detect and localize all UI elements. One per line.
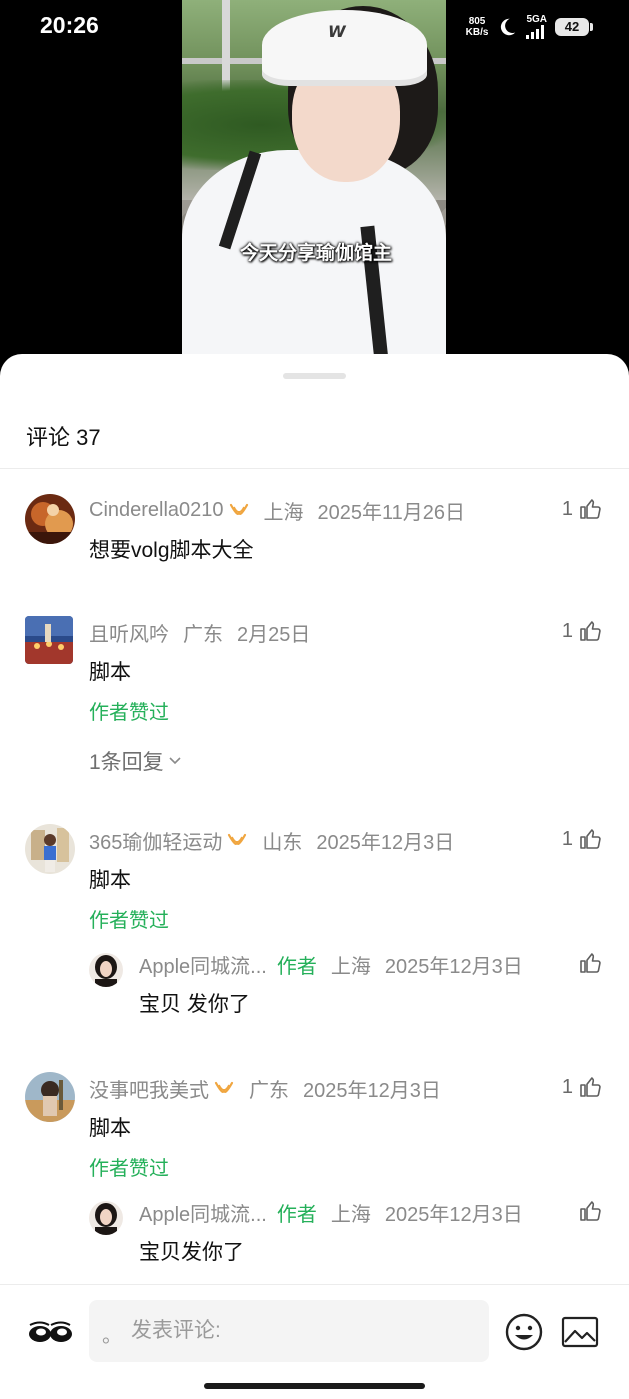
avatar[interactable]: [25, 494, 75, 544]
reply-avatar[interactable]: [89, 953, 123, 987]
comment-location: 广东: [249, 1080, 289, 1102]
reply-username[interactable]: Apple同城流...: [139, 950, 267, 979]
author-tag: 作者: [276, 1204, 317, 1226]
comment-item: 且听风吟 广东 2月25日 1 脚本 作者赞过 1条回复: [0, 614, 629, 794]
comment-meta: 365瑜伽轻运动 山东 2025年12月3日: [89, 826, 454, 855]
reply-location: 上海: [330, 1204, 371, 1226]
like-count: 1: [561, 827, 573, 850]
divider: [0, 468, 629, 469]
comment-location: 上海: [263, 502, 304, 524]
avatar[interactable]: [25, 824, 75, 874]
drag-handle[interactable]: [283, 373, 346, 379]
comment-date: 2025年12月3日: [316, 832, 455, 854]
battery-icon: 42: [555, 18, 593, 36]
like-button[interactable]: [579, 951, 603, 975]
author-liked-tag: 作者赞过: [89, 1158, 169, 1180]
moon-icon: [501, 18, 516, 36]
signal-icon: 5GA: [526, 15, 547, 39]
like-count: 1: [561, 1075, 573, 1098]
author-liked-tag: 作者赞过: [89, 702, 169, 724]
like-button[interactable]: 1: [562, 1075, 603, 1099]
video-caption: 今天分享瑜伽馆主: [239, 242, 392, 264]
comments-title: 评论 37: [26, 425, 101, 450]
image-icon[interactable]: [561, 1315, 599, 1349]
status-indicators: 805 KB/s 5GA 42: [465, 12, 593, 42]
like-button[interactable]: 1: [562, 497, 603, 521]
comment-meta: 没事吧我美式 广东 2025年12月3日: [89, 1074, 441, 1103]
status-time: 20:26: [40, 12, 99, 38]
reply-date: 2025年12月3日: [384, 1204, 523, 1226]
chevron-down-icon: [169, 757, 181, 765]
like-button[interactable]: 1: [562, 619, 603, 643]
emoji-icon[interactable]: [504, 1312, 544, 1352]
reply-username[interactable]: Apple同城流...: [139, 1198, 267, 1227]
like-button[interactable]: [579, 1199, 603, 1223]
input-prefix-dot: 。: [102, 1325, 122, 1347]
comment-date: 2025年12月3日: [303, 1080, 441, 1102]
comment-text: 脚本: [89, 661, 131, 684]
avatar[interactable]: [25, 1072, 75, 1122]
home-indicator[interactable]: [204, 1383, 425, 1389]
comment-meta: 且听风吟 广东 2月25日: [89, 618, 310, 647]
comment-location: 山东: [262, 832, 303, 854]
comment-text: 脚本: [89, 1117, 131, 1140]
network-speed: 805 KB/s: [465, 16, 489, 38]
comment-item: 没事吧我美式 广东 2025年12月3日 1 脚本 作者赞过 Apple同城流.…: [0, 1070, 629, 1290]
reply-location: 上海: [330, 956, 371, 978]
comment-username[interactable]: Cinderella0210: [89, 499, 224, 522]
video-person: W: [182, 0, 446, 372]
comment-text: 想要volg脚本大全: [89, 539, 254, 562]
comment-date: 2月25日: [237, 624, 311, 646]
comment-item: 365瑜伽轻运动 山东 2025年12月3日 1 脚本 作者赞过 Apple同城…: [0, 822, 629, 1042]
video-player[interactable]: W 今天分享瑜伽馆主: [0, 0, 629, 372]
author-tag: 作者: [276, 956, 317, 978]
reply-meta: Apple同城流... 作者 上海 2025年12月3日: [139, 950, 523, 979]
comment-date: 2025年11月26日: [317, 502, 466, 524]
comment-meta: Cinderella0210 上海 2025年11月26日: [89, 496, 465, 525]
comment-username[interactable]: 且听风吟: [89, 618, 169, 647]
thumbs-up-icon: [580, 1201, 601, 1221]
reply-date: 2025年12月3日: [384, 956, 523, 978]
comment-item: Cinderella0210 上海 2025年11月26日 1 想要volg脚本…: [0, 492, 629, 592]
gold-badge-icon: [229, 503, 248, 515]
thumbs-up-icon: [580, 829, 601, 849]
replies-count: 1条回复: [89, 751, 164, 774]
author-liked-tag: 作者赞过: [89, 910, 169, 932]
comment-username[interactable]: 没事吧我美式: [89, 1074, 209, 1103]
status-bar: 20:26 805 KB/s 5GA 42: [0, 0, 629, 54]
reply-text: 宝贝发你了: [139, 1241, 244, 1264]
reply-text: 宝贝 发你了: [139, 993, 250, 1016]
thumbs-up-icon: [580, 1077, 601, 1097]
comment-input-bar: 。: [0, 1284, 629, 1399]
avatar[interactable]: [25, 616, 73, 664]
thumbs-up-icon: [580, 499, 601, 519]
reply-avatar[interactable]: [89, 1201, 123, 1235]
thumbs-up-icon: [580, 953, 601, 973]
comments-sheet: 评论 37 Cinderella0210 上海 2025年11月26日 1 想要…: [0, 354, 629, 1399]
comment-location: 广东: [183, 624, 223, 646]
thumbs-up-icon: [580, 621, 601, 641]
like-count: 1: [561, 619, 573, 642]
gold-badge-icon: [228, 833, 247, 845]
comment-text: 脚本: [89, 869, 131, 892]
mascot-eyes-icon[interactable]: [26, 1308, 74, 1356]
like-count: 1: [561, 497, 573, 520]
like-button[interactable]: 1: [562, 827, 603, 851]
view-replies-link[interactable]: 1条回复: [89, 746, 182, 776]
comment-username[interactable]: 365瑜伽轻运动: [89, 826, 222, 855]
video-frame[interactable]: W 今天分享瑜伽馆主: [182, 0, 446, 372]
reply-meta: Apple同城流... 作者 上海 2025年12月3日: [139, 1198, 523, 1227]
gold-badge-icon: [214, 1081, 234, 1093]
comment-input[interactable]: [89, 1300, 489, 1362]
